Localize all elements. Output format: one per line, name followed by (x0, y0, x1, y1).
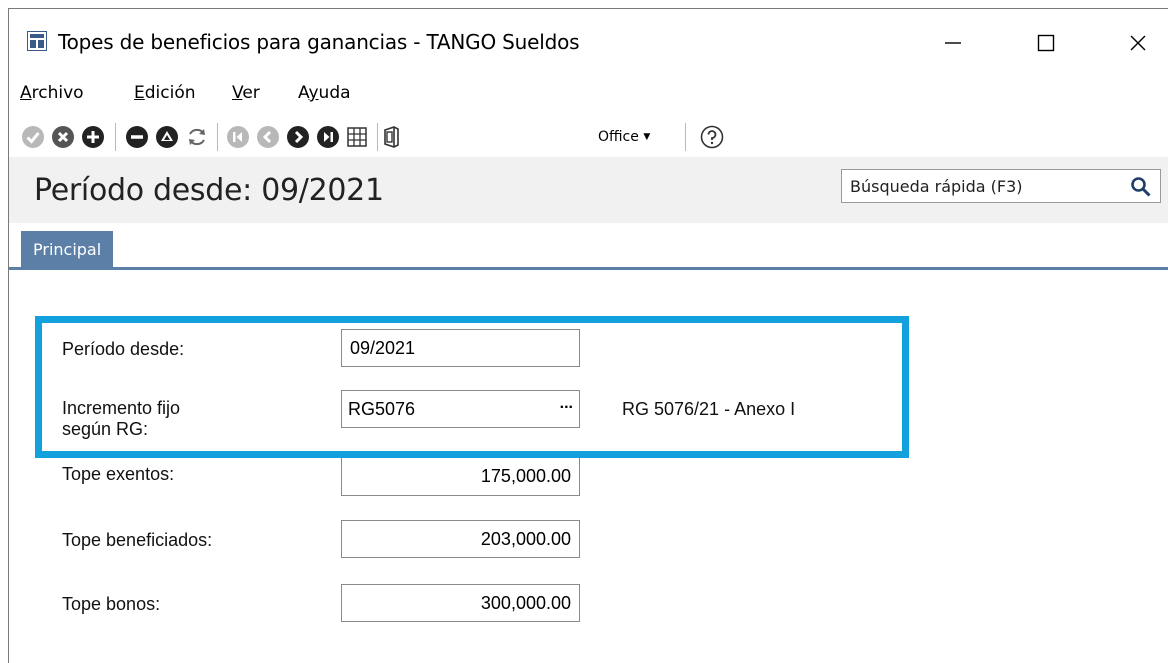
next-record-button[interactable] (285, 124, 311, 150)
office-icon (384, 126, 399, 148)
clear-icon (156, 126, 178, 148)
office-label[interactable]: Office ▼ (598, 129, 650, 145)
refresh-button[interactable] (184, 124, 210, 150)
previous-record-button[interactable] (255, 124, 281, 150)
toolbar-separator (377, 123, 378, 151)
toolbar-separator (685, 123, 686, 151)
remove-button[interactable] (124, 124, 150, 150)
title-bar: Topes de beneficios para ganancias - TAN… (9, 9, 1168, 75)
tope-beneficiados-field[interactable]: 203,000.00 (341, 520, 580, 558)
maximize-button[interactable] (1023, 23, 1069, 63)
search-placeholder: Búsqueda rápida (F3) (850, 177, 1023, 196)
highlight-box (35, 316, 909, 458)
window-title: Topes de beneficios para ganancias - TAN… (58, 30, 580, 54)
remove-icon (126, 126, 148, 148)
tope-beneficiados-label: Tope beneficiados: (62, 530, 213, 550)
menu-ver[interactable]: Ver (232, 83, 260, 103)
add-button[interactable] (80, 124, 106, 150)
confirm-icon (22, 126, 44, 148)
confirm-button[interactable] (20, 124, 46, 150)
tango-app-icon (27, 31, 47, 51)
add-icon (82, 126, 104, 148)
menu-ayuda[interactable]: Ayuda (298, 83, 351, 103)
grid-button[interactable] (344, 124, 370, 150)
toolbar-separator (115, 123, 116, 151)
tope-exentos-value: 175,000.00 (480, 466, 571, 486)
minimize-icon (945, 42, 961, 44)
tope-bonos-field[interactable]: 300,000.00 (341, 584, 580, 622)
help-button[interactable] (699, 124, 725, 150)
grid-icon (347, 127, 367, 147)
tab-underline (9, 267, 1168, 270)
next-record-icon (287, 126, 309, 148)
close-icon (1130, 35, 1146, 51)
tab-principal[interactable]: Principal (21, 231, 114, 268)
minimize-button[interactable] (930, 23, 976, 63)
menu-archivo[interactable]: Archivo (20, 83, 84, 103)
tope-exentos-label: Tope exentos: (62, 464, 175, 484)
tope-bonos-label: Tope bonos: (62, 594, 161, 614)
menu-bar: Archivo Edición Ver Ayuda (9, 75, 1168, 107)
menu-edicion[interactable]: Edición (134, 83, 196, 103)
help-icon (700, 125, 724, 149)
toolbar: Office ▼ (9, 107, 1168, 157)
cancel-button[interactable] (50, 124, 76, 150)
office-button[interactable] (382, 124, 472, 150)
refresh-icon (189, 128, 205, 146)
record-header: Período desde: 09/2021 Búsqueda rápida (… (9, 157, 1168, 224)
toolbar-separator (217, 123, 218, 151)
tab-strip: Principal (9, 223, 1168, 270)
maximize-icon (1037, 34, 1055, 52)
first-record-icon (227, 126, 249, 148)
search-icon[interactable] (1130, 176, 1152, 198)
clear-button[interactable] (154, 124, 180, 150)
chevron-down-icon: ▼ (643, 132, 651, 142)
tope-beneficiados-value: 203,000.00 (480, 529, 571, 549)
last-record-button[interactable] (315, 124, 341, 150)
first-record-button[interactable] (225, 124, 251, 150)
quick-search-input[interactable]: Búsqueda rápida (F3) (841, 169, 1161, 203)
previous-record-icon (257, 126, 279, 148)
tope-exentos-field[interactable]: 175,000.00 (341, 458, 580, 496)
last-record-icon (317, 126, 339, 148)
page-title: Período desde: 09/2021 (34, 173, 384, 208)
tope-bonos-value: 300,000.00 (480, 593, 571, 613)
cancel-icon (52, 126, 74, 148)
close-button[interactable] (1115, 23, 1161, 63)
